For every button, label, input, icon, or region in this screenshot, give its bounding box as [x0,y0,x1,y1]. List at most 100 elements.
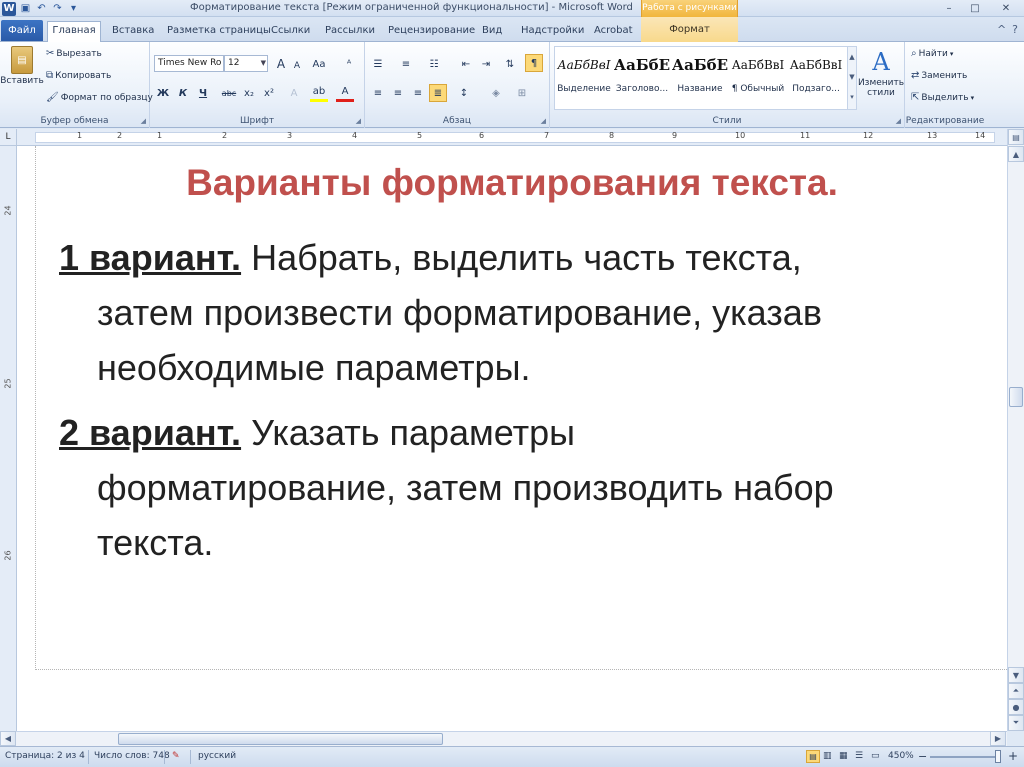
minimize-button[interactable]: – [936,0,962,17]
page-count[interactable]: Страница: 2 из 4 [5,751,85,761]
tab-page-layout[interactable]: Разметка страницы [167,22,271,42]
font-size-combo[interactable]: 12 ▼ [224,55,268,72]
styles-scroll[interactable]: ▲ ▼ ▾ [847,46,857,110]
borders-icon[interactable]: ⊞ [513,84,531,102]
zoom-level[interactable]: 450% [888,751,914,761]
tab-references[interactable]: Ссылки [271,22,310,42]
tab-mailings[interactable]: Рассылки [325,22,375,42]
window-controls: – □ ✕ [936,0,1024,17]
undo-icon[interactable]: ↶ [35,2,48,15]
highlight-button[interactable]: ab [310,84,328,102]
style-emphasis[interactable]: АаБбВвІ Выделение [555,46,613,108]
change-case-button[interactable]: Aa [310,55,328,73]
format-painter-button[interactable]: 🖌 Формат по образцу [46,92,153,103]
language-indicator[interactable]: русский [198,751,236,761]
paste-button[interactable]: ▤ Вставить [0,46,44,86]
vertical-scroll-thumb[interactable] [1009,387,1023,407]
line-spacing-icon[interactable]: ↕ [455,84,473,102]
text-effects-button[interactable]: A [285,84,303,102]
tab-addins[interactable]: Надстройки [521,22,584,42]
font-name-combo[interactable]: Times New Ro [154,55,224,72]
tab-view[interactable]: Вид [482,22,502,42]
horizontal-ruler[interactable]: 1 2 1 2 3 4 5 6 7 8 9 10 11 12 13 14 [17,129,1007,146]
show-marks-button[interactable]: ¶ [525,54,543,72]
prev-page-icon[interactable]: ⏶ [1008,683,1024,699]
scroll-up-icon[interactable]: ▲ [1008,146,1024,162]
redo-icon[interactable]: ↷ [51,2,64,15]
dialog-launcher-icon[interactable]: ◢ [356,117,361,125]
draft-view-icon[interactable]: ▭ [871,751,880,761]
change-styles-button[interactable]: A Изменить стили [858,48,904,98]
style-normal[interactable]: АаБбВвІ ¶ Обычный [729,46,787,108]
word-count[interactable]: Число слов: 748 [94,751,170,761]
next-page-icon[interactable]: ⏷ [1008,715,1024,731]
scroll-down-icon[interactable]: ▼ [1008,667,1024,683]
bold-button[interactable]: Ж [154,84,172,102]
close-button[interactable]: ✕ [988,0,1024,17]
replace-button[interactable]: ⇄ Заменить [911,70,967,81]
zoom-out-button[interactable]: − [918,750,927,763]
browse-object-icon[interactable]: ● [1008,699,1024,715]
tab-review[interactable]: Рецензирование [388,22,475,42]
select-button[interactable]: ⇱ Выделить ▾ [911,92,974,103]
align-left-icon[interactable]: ≡ [369,84,387,102]
subscript-button[interactable]: x₂ [240,84,258,102]
zoom-slider[interactable] [930,756,1000,758]
superscript-button[interactable]: x² [260,84,278,102]
customize-qat-icon[interactable]: ▾ [67,2,80,15]
zoom-slider-thumb[interactable] [995,750,1001,763]
scroll-right-icon[interactable]: ▶ [990,731,1006,746]
clear-formatting-button[interactable]: ᴬ [340,55,358,73]
dialog-launcher-icon[interactable]: ◢ [141,117,146,125]
align-right-icon[interactable]: ≡ [409,84,427,102]
dialog-launcher-icon[interactable]: ◢ [896,117,901,125]
zoom-in-button[interactable]: + [1008,749,1018,763]
word-logo-icon[interactable]: W [2,1,16,16]
multilevel-list-icon[interactable]: ☷ [425,55,443,73]
underline-button[interactable]: Ч [194,84,212,102]
maximize-button[interactable]: □ [962,0,988,17]
sort-icon[interactable]: ⇅ [501,55,519,73]
scroll-left-icon[interactable]: ◀ [0,731,16,746]
help-icon[interactable]: ? [1012,23,1018,36]
style-subtitle[interactable]: АаБбВвІ Подзаго... [787,46,845,108]
dialog-launcher-icon[interactable]: ◢ [541,117,546,125]
vertical-ruler[interactable]: 24 25 26 [0,146,17,731]
italic-button[interactable]: К [174,84,192,102]
minimize-ribbon-icon[interactable]: ^ [997,23,1006,36]
spellcheck-icon[interactable]: ✎ [172,751,180,761]
tab-acrobat[interactable]: Acrobat [594,22,633,42]
decrease-indent-icon[interactable]: ⇤ [457,55,475,73]
print-layout-icon[interactable]: ▤ [806,750,820,763]
strikethrough-button[interactable]: abc [220,84,238,102]
full-screen-reading-icon[interactable]: ▥ [823,751,832,761]
horizontal-scrollbar[interactable]: ◀ ▶ [0,731,1007,746]
find-button[interactable]: ⌕ Найти ▾ [911,48,953,59]
tab-file[interactable]: Файл [1,20,43,41]
numbering-icon[interactable]: ≡ [397,55,415,73]
save-icon[interactable]: ▣ [19,2,32,15]
increase-indent-icon[interactable]: ⇥ [477,55,495,73]
tab-format[interactable]: Формат [641,17,738,42]
copy-button[interactable]: ⧉ Копировать [46,70,111,81]
vertical-scrollbar[interactable]: ▤ ▲ ▼ ⏶ ● ⏷ [1007,129,1024,731]
bullets-icon[interactable]: ☰ [369,55,387,73]
align-center-icon[interactable]: ≡ [389,84,407,102]
tab-home[interactable]: Главная [47,21,101,42]
style-heading[interactable]: АаБбЕ Заголово... [613,46,671,108]
ruler-toggle-icon[interactable]: ▤ [1008,129,1024,145]
horizontal-scroll-thumb[interactable] [118,733,443,745]
style-sample: АаБбВвІ [557,58,611,72]
document-area[interactable]: Варианты форматирования текста. 1 вариан… [17,146,1015,731]
style-title[interactable]: АаБбЕ Название [671,46,729,108]
tab-selector[interactable]: L [0,129,17,146]
font-color-button[interactable]: A [336,84,354,102]
outline-view-icon[interactable]: ☰ [855,751,863,761]
cut-button[interactable]: ✂ Вырезать [46,48,102,59]
shrink-font-button[interactable]: A [288,57,306,75]
justify-icon[interactable]: ≣ [429,84,447,102]
shading-icon[interactable]: ◈ [487,84,505,102]
web-layout-icon[interactable]: ▦ [839,751,848,761]
tab-insert[interactable]: Вставка [112,22,154,42]
quick-access-toolbar: W ▣ ↶ ↷ ▾ [0,0,80,17]
